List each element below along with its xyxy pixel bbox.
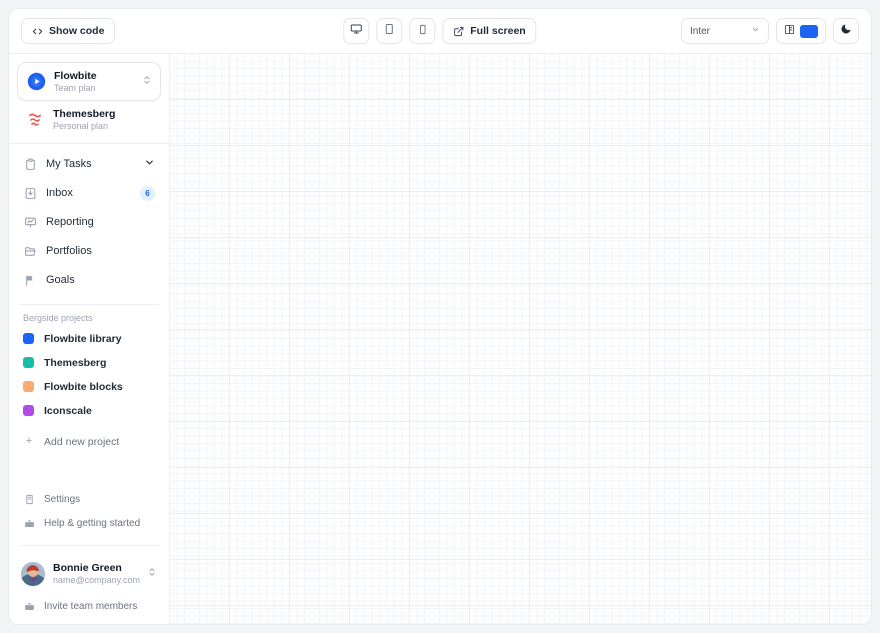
external-link-icon	[453, 26, 464, 37]
add-new-project-button[interactable]: + Add new project	[9, 429, 169, 455]
invite-team-members-button[interactable]: Invite team members	[9, 594, 169, 618]
viewport-size-switcher: Full screen	[343, 18, 536, 44]
sidebar-item-portfolios[interactable]: Portfolios	[17, 237, 161, 266]
sidebar-item-my-tasks[interactable]: My Tasks	[17, 150, 161, 179]
preview-canvas[interactable]	[170, 54, 871, 624]
sidebar-item-goals[interactable]: Goals	[17, 266, 161, 295]
project-color-dot	[23, 333, 34, 344]
workspace-text: Flowbite Team plan	[54, 70, 134, 93]
sidebar-item-inbox[interactable]: Inbox 6	[17, 179, 161, 208]
workspace-item-themesberg[interactable]: Themesberg Personal plan	[17, 101, 161, 138]
desktop-icon	[350, 22, 362, 40]
project-color-dot	[23, 405, 34, 416]
mobile-view-button[interactable]	[409, 18, 435, 44]
font-family-value: Inter	[690, 26, 710, 37]
code-icon	[32, 26, 43, 37]
project-label: Themesberg	[44, 357, 106, 369]
moon-icon	[840, 22, 852, 40]
workspace-plan: Team plan	[54, 83, 134, 93]
project-item-flowbite-library[interactable]: Flowbite library	[9, 327, 169, 351]
themesberg-logo-icon	[25, 110, 45, 130]
selector-up-down-icon[interactable]	[147, 565, 157, 583]
project-label: Flowbite library	[44, 333, 122, 345]
flag-icon	[23, 273, 37, 287]
sidebar-item-label: My Tasks	[46, 158, 135, 170]
palette-icon	[784, 22, 795, 40]
sidebar-item-help[interactable]: Help & getting started	[9, 512, 169, 536]
divider	[19, 545, 159, 546]
tablet-view-button[interactable]	[376, 18, 402, 44]
divider	[19, 304, 159, 305]
fullscreen-label: Full screen	[470, 25, 525, 37]
project-item-themesberg[interactable]: Themesberg	[9, 351, 169, 375]
user-email: name@company.com	[53, 575, 139, 586]
preview-frame: Show code	[8, 8, 872, 625]
tablet-icon	[383, 22, 395, 40]
user-profile-switcher[interactable]: Bonnie Green name@company.com	[9, 554, 169, 594]
preview-toolbar: Show code	[9, 9, 871, 54]
workspace-name: Themesberg	[53, 108, 153, 120]
chevron-down-icon	[751, 25, 760, 37]
sidebar-item-reporting[interactable]: Reporting	[17, 208, 161, 237]
inbox-badge: 6	[140, 186, 155, 201]
workspace-text: Themesberg Personal plan	[53, 108, 153, 131]
sidebar-item-label: Help & getting started	[44, 518, 140, 529]
folder-icon	[23, 244, 37, 258]
toolbar-right-group: Inter	[681, 18, 859, 44]
fullscreen-button[interactable]: Full screen	[442, 18, 536, 44]
sidebar-item-label: Goals	[46, 274, 155, 286]
theme-color-picker[interactable]	[776, 18, 826, 44]
sidebar-item-label: Portfolios	[46, 245, 155, 257]
sidebar-spacer	[9, 455, 169, 488]
project-color-dot	[23, 357, 34, 368]
projects-section-title: Bergside projects	[9, 313, 169, 327]
mobile-icon	[417, 22, 428, 40]
lifebuoy-icon	[23, 518, 35, 530]
settings-icon	[23, 494, 35, 506]
invite-team-members-label: Invite team members	[44, 601, 137, 612]
desktop-view-button[interactable]	[343, 18, 369, 44]
clipboard-icon	[23, 157, 37, 171]
app-sidebar: Flowbite Team plan	[9, 54, 170, 624]
chevron-down-icon[interactable]	[144, 157, 155, 171]
workspace-plan: Personal plan	[53, 121, 153, 131]
add-new-project-label: Add new project	[44, 436, 119, 448]
sidebar-item-label: Reporting	[46, 216, 155, 228]
project-label: Flowbite blocks	[44, 381, 123, 393]
workspace-name: Flowbite	[54, 70, 134, 82]
project-item-iconscale[interactable]: Iconscale	[9, 399, 169, 423]
lifebuoy-icon	[23, 600, 35, 612]
user-avatar	[21, 562, 45, 586]
sidebar-item-label: Inbox	[46, 187, 131, 199]
selector-up-down-icon[interactable]	[142, 73, 152, 91]
project-label: Iconscale	[44, 405, 92, 417]
workspace-switcher: Flowbite Team plan	[9, 62, 169, 139]
flowbite-logo-icon	[26, 72, 46, 92]
sidebar-item-label: Settings	[44, 494, 80, 505]
workspace-item-flowbite[interactable]: Flowbite Team plan	[17, 62, 161, 101]
show-code-label: Show code	[49, 25, 104, 37]
sidebar-nav: My Tasks Inbox	[9, 148, 169, 295]
accent-color-swatch[interactable]	[800, 25, 818, 38]
project-color-dot	[23, 381, 34, 392]
project-item-flowbite-blocks[interactable]: Flowbite blocks	[9, 375, 169, 399]
preview-body: Flowbite Team plan	[9, 54, 871, 624]
dark-mode-toggle[interactable]	[833, 18, 859, 44]
inbox-icon	[23, 186, 37, 200]
font-family-select[interactable]: Inter	[681, 18, 769, 44]
user-name: Bonnie Green	[53, 562, 139, 575]
sidebar-item-settings[interactable]: Settings	[9, 488, 169, 512]
user-text: Bonnie Green name@company.com	[53, 562, 139, 586]
presentation-chart-icon	[23, 215, 37, 229]
show-code-button[interactable]: Show code	[21, 18, 115, 44]
divider	[9, 143, 169, 144]
plus-icon: +	[23, 436, 35, 447]
